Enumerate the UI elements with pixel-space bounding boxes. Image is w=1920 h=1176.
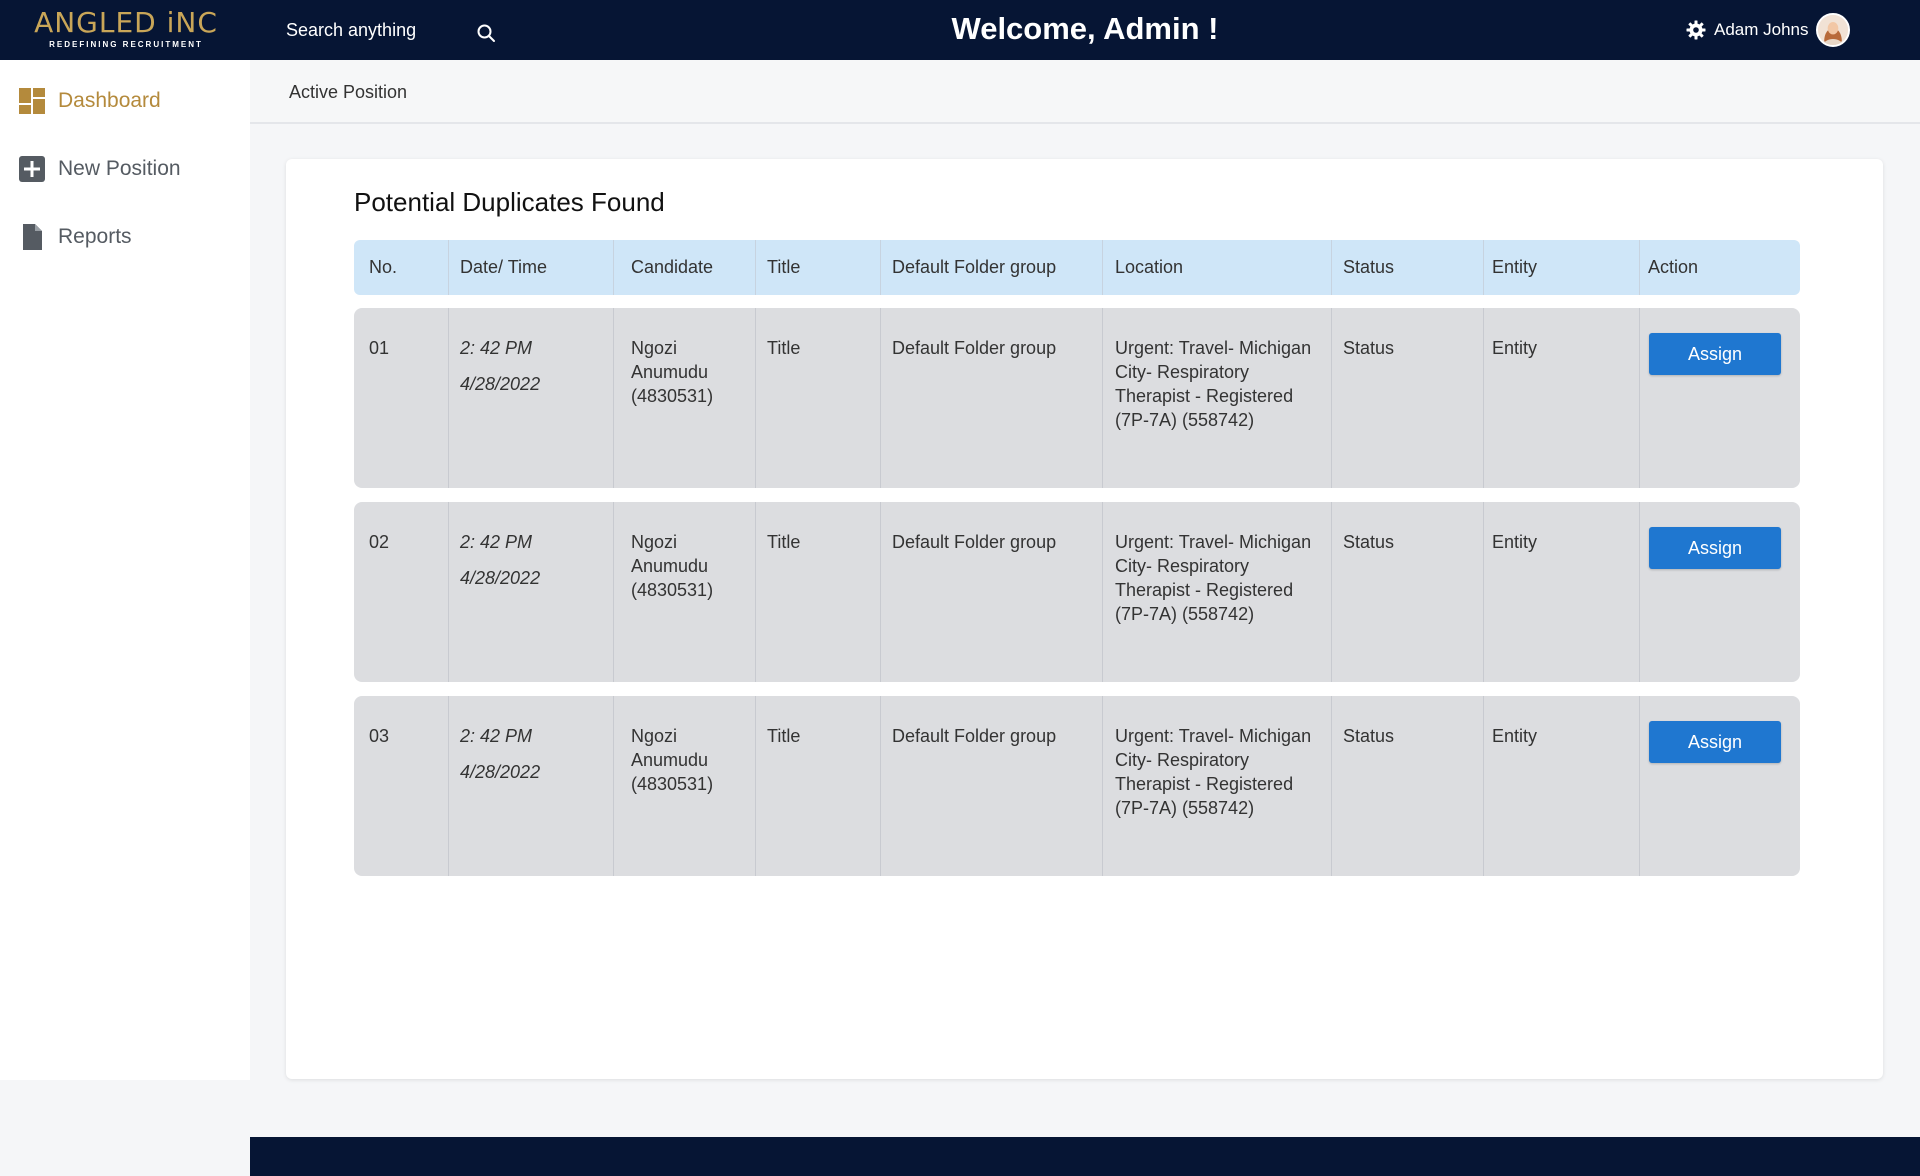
location-line: City- Respiratory	[1115, 556, 1250, 576]
welcome-heading: Welcome, Admin !	[951, 11, 1219, 46]
document-icon	[23, 224, 42, 250]
row-folder-group: Default Folder group	[892, 726, 1057, 746]
candidate-first-name: Ngozi	[631, 338, 678, 358]
gear-icon[interactable]	[1686, 20, 1706, 40]
column-header: Date/ Time	[460, 257, 548, 277]
row-candidate: Ngozi Anumudu (4830531)	[631, 724, 713, 796]
brand-logo[interactable]: ANGLED iNC REDEFINING RECRUITMENT	[16, 8, 236, 52]
location-line: Urgent: Travel- Michigan	[1115, 532, 1312, 552]
row-title: Title	[767, 532, 801, 552]
duplicates-card: Potential Duplicates Found No. Date/ Tim…	[286, 159, 1883, 1079]
table-row: 03 2: 42 PM 4/28/2022 Ngozi Anumudu (483…	[354, 696, 1800, 876]
search-icon[interactable]	[476, 23, 496, 43]
candidate-id: (4830531)	[631, 386, 714, 406]
row-entity: Entity	[1492, 532, 1538, 552]
row-number: 03	[369, 726, 390, 746]
logo-tagline: REDEFINING RECRUITMENT	[49, 40, 203, 49]
row-date: 4/28/2022	[460, 568, 541, 588]
column-header: Title	[767, 257, 801, 277]
column-header: Entity	[1492, 257, 1538, 277]
row-number: 02	[369, 532, 390, 552]
row-status: Status	[1343, 726, 1395, 746]
row-entity: Entity	[1492, 338, 1538, 358]
table-row: 02 2: 42 PM 4/28/2022 Ngozi Anumudu (483…	[354, 502, 1800, 682]
row-time: 2: 42 PM	[460, 532, 533, 552]
candidate-first-name: Ngozi	[631, 726, 678, 746]
location-line: Urgent: Travel- Michigan	[1115, 338, 1312, 358]
location-line: Therapist - Registered	[1115, 774, 1294, 794]
location-line: Urgent: Travel- Michigan	[1115, 726, 1312, 746]
table-header: No. Date/ Time Candidate Title Default F…	[354, 240, 1800, 295]
location-line: Therapist - Registered	[1115, 386, 1294, 406]
sidebar-item-reports[interactable]: Reports	[0, 209, 250, 265]
sidebar-item-label: New Position	[58, 157, 181, 180]
row-datetime: 2: 42 PM 4/28/2022	[460, 330, 540, 402]
sidebar-item-label: Reports	[58, 225, 132, 248]
row-title: Title	[767, 338, 801, 358]
sidebar-item-new-position[interactable]: New Position	[0, 141, 250, 197]
table-row: 01 2: 42 PM 4/28/2022 Ngozi Anumudu (483…	[354, 308, 1800, 488]
row-candidate: Ngozi Anumudu (4830531)	[631, 336, 713, 408]
row-location: Urgent: Travel- Michigan City- Respirato…	[1115, 724, 1311, 820]
column-header: Action	[1648, 257, 1699, 277]
location-line: (7P-7A) (558742)	[1115, 410, 1255, 430]
row-candidate: Ngozi Anumudu (4830531)	[631, 530, 713, 602]
row-number: 01	[369, 338, 390, 358]
column-header: Status	[1343, 257, 1395, 277]
row-title: Title	[767, 726, 801, 746]
row-folder-group: Default Folder group	[892, 532, 1057, 552]
sidebar-item-label: Dashboard	[58, 89, 161, 112]
page-subheader: Active Position	[250, 60, 1920, 124]
row-date: 4/28/2022	[460, 762, 541, 782]
column-header: Candidate	[631, 257, 714, 277]
row-datetime: 2: 42 PM 4/28/2022	[460, 524, 540, 596]
column-header: No.	[369, 257, 398, 277]
location-line: (7P-7A) (558742)	[1115, 798, 1255, 818]
row-entity: Entity	[1492, 726, 1538, 746]
sidebar-item-dashboard[interactable]: Dashboard	[0, 73, 250, 129]
row-time: 2: 42 PM	[460, 726, 533, 746]
candidate-id: (4830531)	[631, 580, 714, 600]
row-status: Status	[1343, 532, 1395, 552]
row-date: 4/28/2022	[460, 374, 541, 394]
column-header: Location	[1115, 257, 1184, 277]
footer-bar	[250, 1137, 1920, 1176]
assign-button[interactable]: Assign	[1649, 721, 1781, 763]
breadcrumb[interactable]: Active Position	[289, 82, 407, 103]
assign-button[interactable]: Assign	[1649, 527, 1781, 569]
candidate-last-name: Anumudu	[631, 362, 709, 382]
row-datetime: 2: 42 PM 4/28/2022	[460, 718, 540, 790]
location-line: City- Respiratory	[1115, 362, 1250, 382]
assign-button[interactable]: Assign	[1649, 333, 1781, 375]
candidate-last-name: Anumudu	[631, 750, 709, 770]
search-input[interactable]: Search anything	[286, 20, 416, 41]
plus-square-icon	[19, 156, 45, 182]
user-name[interactable]: Adam Johns	[1714, 20, 1809, 40]
row-folder-group: Default Folder group	[892, 338, 1057, 358]
row-location: Urgent: Travel- Michigan City- Respirato…	[1115, 530, 1311, 626]
location-line: Therapist - Registered	[1115, 580, 1294, 600]
candidate-first-name: Ngozi	[631, 532, 678, 552]
sidebar: Dashboard New Position Reports	[0, 60, 250, 1080]
dashboard-icon	[19, 88, 45, 114]
row-time: 2: 42 PM	[460, 338, 533, 358]
avatar[interactable]	[1816, 13, 1850, 47]
top-navbar: ANGLED iNC REDEFINING RECRUITMENT Search…	[0, 0, 1920, 60]
candidate-id: (4830531)	[631, 774, 714, 794]
page-title: Potential Duplicates Found	[354, 187, 665, 217]
row-status: Status	[1343, 338, 1395, 358]
logo-wordmark: ANGLED iNC	[34, 6, 218, 39]
location-line: City- Respiratory	[1115, 750, 1250, 770]
row-location: Urgent: Travel- Michigan City- Respirato…	[1115, 336, 1311, 432]
candidate-last-name: Anumudu	[631, 556, 709, 576]
location-line: (7P-7A) (558742)	[1115, 604, 1255, 624]
column-header: Default Folder group	[892, 257, 1057, 277]
